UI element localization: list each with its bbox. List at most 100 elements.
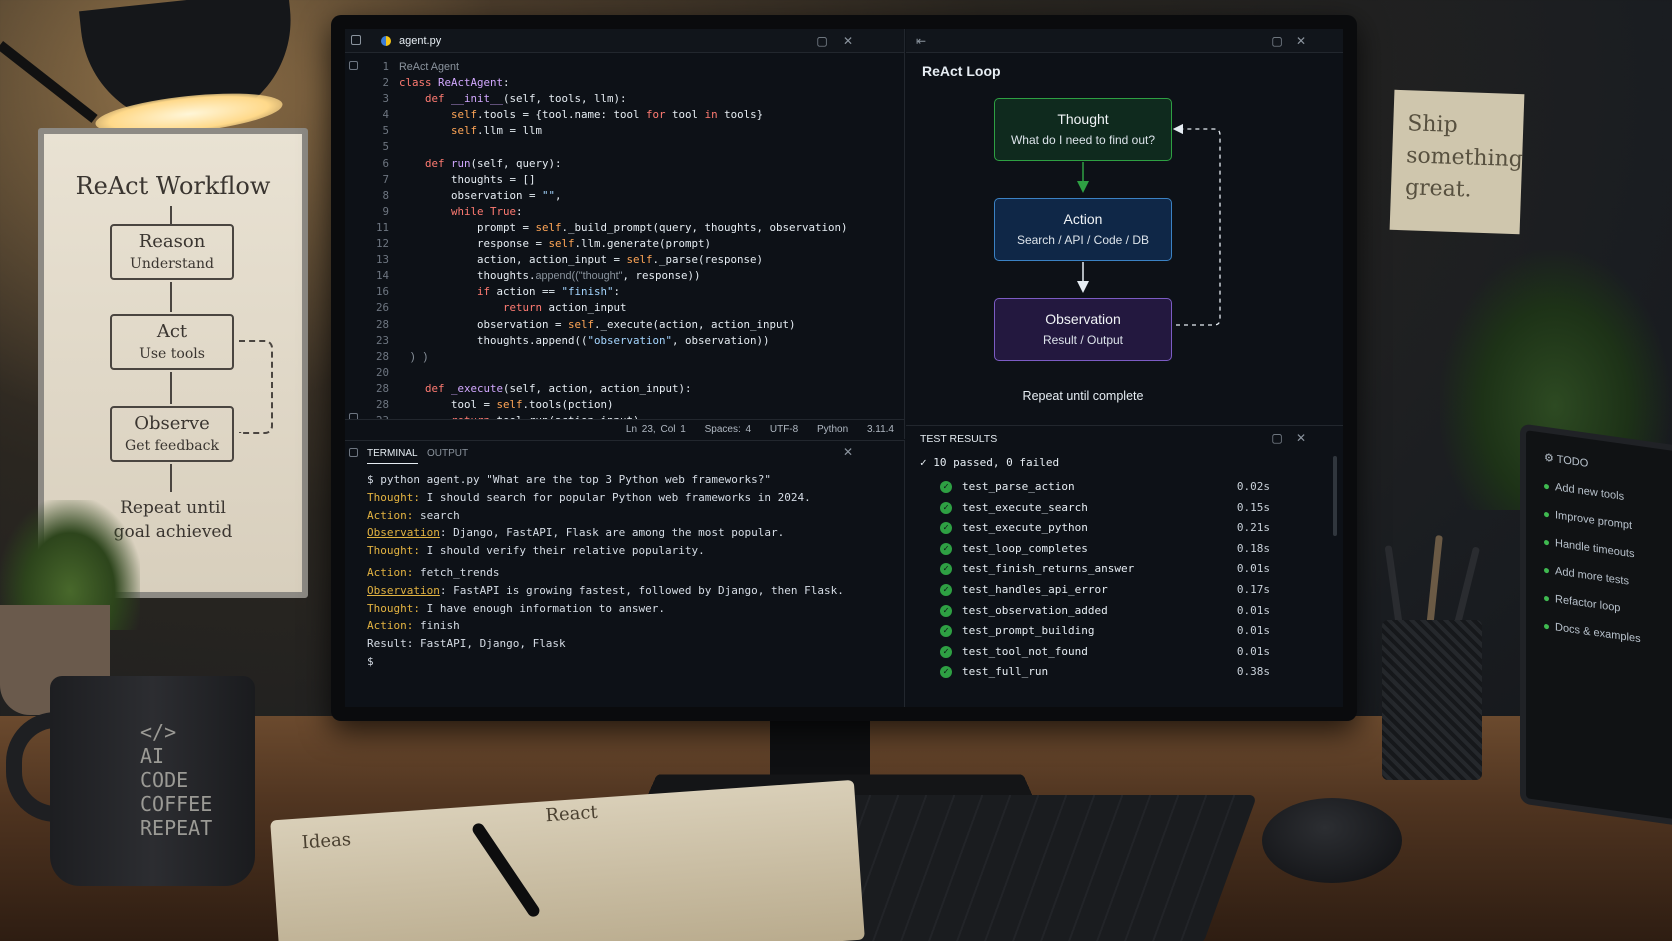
terminal-line: Observation: Django, FastAPI, Flask are … bbox=[367, 524, 844, 542]
sticky-note: Ship something great. bbox=[1389, 89, 1525, 235]
code-line[interactable]: 14 thoughts.append(("thought", response)… bbox=[363, 268, 904, 284]
line-number: 2 bbox=[382, 76, 389, 90]
code-token: ReAct Agent bbox=[399, 61, 460, 73]
line-number: 28 bbox=[375, 317, 389, 331]
code-line[interactable]: 1 ReAct Agent bbox=[363, 59, 904, 75]
tab-terminal[interactable]: TERMINAL bbox=[367, 448, 418, 464]
whiteboard-step-label: Act bbox=[156, 321, 188, 342]
code-editor[interactable]: agent.py ▢ ✕ 1 ReAct Agent 2 class ReActAge… bbox=[345, 29, 905, 439]
gear-icon: ⚙ bbox=[1544, 451, 1557, 466]
terminal-text: I should search for popular Python web f… bbox=[419, 490, 811, 504]
code-line[interactable]: 28 def _execute(self, action, action_inp… bbox=[363, 381, 904, 397]
whiteboard-loop-arrow bbox=[239, 340, 273, 434]
code-line[interactable]: 12 response = self.llm.generate(prompt) bbox=[363, 236, 904, 252]
whiteboard-arrow bbox=[170, 282, 172, 312]
code-line[interactable]: 28 ) ) bbox=[363, 349, 904, 365]
close-icon[interactable]: ✕ bbox=[841, 445, 855, 459]
pass-check-icon: ✓ bbox=[940, 645, 952, 658]
terminal-line: Action: finish bbox=[367, 617, 844, 635]
test-row[interactable]: ✓ test_finish_returns_answer 0.01s bbox=[940, 559, 1270, 580]
code-line[interactable]: 11 prompt = self._build_prompt(query, th… bbox=[363, 220, 904, 236]
code-token: def bbox=[399, 156, 452, 170]
code-line[interactable]: 28 observation = self._execute(action, a… bbox=[363, 317, 904, 333]
language-mode[interactable]: Python bbox=[817, 424, 848, 435]
activity-bar bbox=[345, 53, 363, 422]
test-row[interactable]: ✓ test_loop_completes 0.18s bbox=[940, 539, 1270, 560]
code-line[interactable]: 26 return action_input bbox=[363, 300, 904, 316]
code-line[interactable]: 9 while True: bbox=[363, 204, 904, 220]
status-dot-icon bbox=[1544, 511, 1549, 518]
terminal-panel[interactable]: TERMINAL OUTPUT ✕ $ python agent.py "Wha… bbox=[345, 440, 905, 707]
indent-setting[interactable]: Spaces: 4 bbox=[705, 424, 751, 435]
code-line[interactable]: 6 def run(self, query): bbox=[363, 156, 904, 172]
whiteboard-step-reason: Reason Understand bbox=[110, 224, 234, 280]
test-results-panel: TEST RESULTS ▢ ✕ ✓ 10 passed, 0 failed ✓… bbox=[906, 425, 1343, 707]
code-area[interactable]: 1 ReAct Agent 2 class ReActAgent: 3 def __in… bbox=[363, 59, 904, 429]
maximize-icon[interactable]: ▢ bbox=[1270, 431, 1284, 445]
whiteboard-arrow bbox=[170, 206, 172, 224]
line-number: 1 bbox=[382, 60, 389, 73]
pass-check-icon: ✓ bbox=[940, 666, 952, 679]
line-number: 28 bbox=[375, 349, 389, 363]
test-row[interactable]: ✓ test_full_run 0.38s bbox=[940, 662, 1270, 683]
line-number: 3 bbox=[382, 92, 389, 106]
terminal-line: $ python agent.py "What are the top 3 Py… bbox=[367, 471, 844, 489]
files-icon[interactable] bbox=[349, 61, 358, 70]
code-line[interactable]: 7 thoughts = [] bbox=[363, 172, 904, 188]
code-line[interactable]: 4 self.tools = {tool.name: tool for tool… bbox=[363, 107, 904, 123]
panel-icon[interactable] bbox=[349, 448, 358, 457]
whiteboard-arrow bbox=[170, 464, 172, 492]
scrollbar[interactable] bbox=[1333, 456, 1337, 536]
code-line[interactable]: 5 bbox=[363, 139, 904, 155]
encoding-setting[interactable]: UTF-8 bbox=[770, 424, 798, 435]
terminal-text: I have enough information to answer. bbox=[419, 601, 666, 615]
test-duration: 0.15s bbox=[1236, 500, 1270, 514]
terminal-keyword: Observation bbox=[367, 526, 440, 540]
test-name: test_prompt_building bbox=[962, 624, 1095, 638]
pass-check-icon: ✓ bbox=[940, 481, 952, 493]
terminal-keyword: Thought: bbox=[367, 490, 420, 504]
maximize-icon[interactable]: ▢ bbox=[815, 34, 829, 48]
test-row[interactable]: ✓ test_execute_python 0.21s bbox=[940, 518, 1270, 539]
code-line[interactable]: 20 bbox=[363, 365, 904, 381]
whiteboard-step-sub: Get feedback bbox=[125, 438, 219, 454]
tab-agent-py[interactable]: agent.py bbox=[373, 29, 451, 53]
code-token: tool bbox=[665, 108, 705, 122]
interpreter-version[interactable]: 3.11.4 bbox=[867, 424, 894, 435]
code-line[interactable]: 2 class ReActAgent: bbox=[363, 75, 904, 91]
line-number: 26 bbox=[375, 301, 389, 315]
code-token: action, action_input = bbox=[399, 253, 627, 267]
code-line[interactable]: 23 thoughts.append(("observation", obser… bbox=[363, 333, 904, 349]
terminal-text: $ bbox=[367, 654, 374, 668]
test-name: test_full_run bbox=[962, 665, 1049, 679]
code-line[interactable]: 5 self.llm = llm bbox=[363, 123, 904, 139]
code-token: "thought" bbox=[578, 270, 623, 283]
code-token: observation = bbox=[399, 188, 543, 202]
code-line[interactable]: 8 observation = "", bbox=[363, 188, 904, 204]
terminal-output[interactable]: $ python agent.py "What are the top 3 Py… bbox=[367, 471, 844, 671]
test-row[interactable]: ✓ test_parse_action 0.02s bbox=[940, 477, 1270, 498]
status-dot-icon bbox=[1544, 623, 1549, 630]
cursor-position[interactable]: Ln 23, Col 1 bbox=[626, 424, 686, 435]
code-token: response = bbox=[399, 237, 549, 251]
code-token: for bbox=[646, 108, 666, 122]
tab-output[interactable]: OUTPUT bbox=[427, 448, 468, 459]
code-line[interactable]: 3 def __init__(self, tools, llm): bbox=[363, 91, 904, 107]
explorer-icon[interactable] bbox=[351, 35, 361, 45]
code-token: "finish" bbox=[561, 285, 614, 299]
test-row[interactable]: ✓ test_handles_api_error 0.17s bbox=[940, 580, 1270, 601]
test-row[interactable]: ✓ test_prompt_building 0.01s bbox=[940, 621, 1270, 642]
close-icon[interactable]: ✕ bbox=[1294, 431, 1308, 445]
line-number: 6 bbox=[382, 156, 389, 170]
test-row[interactable]: ✓ test_execute_search 0.15s bbox=[940, 498, 1270, 519]
mug-text: AI bbox=[140, 744, 165, 768]
editor-statusbar: Ln 23, Col 1 Spaces: 4 UTF-8 Python 3.11… bbox=[345, 419, 904, 439]
test-row[interactable]: ✓ test_tool_not_found 0.01s bbox=[940, 642, 1270, 663]
close-icon[interactable]: ✕ bbox=[841, 34, 855, 48]
code-token: action == bbox=[496, 285, 562, 299]
code-line[interactable]: 13 action, action_input = self._parse(re… bbox=[363, 252, 904, 268]
code-token: tools} bbox=[717, 108, 764, 122]
code-line[interactable]: 28 tool = self.tools(pction) bbox=[363, 397, 904, 413]
test-row[interactable]: ✓ test_observation_added 0.01s bbox=[940, 601, 1270, 622]
code-line[interactable]: 16 if action == "finish": bbox=[363, 284, 904, 300]
